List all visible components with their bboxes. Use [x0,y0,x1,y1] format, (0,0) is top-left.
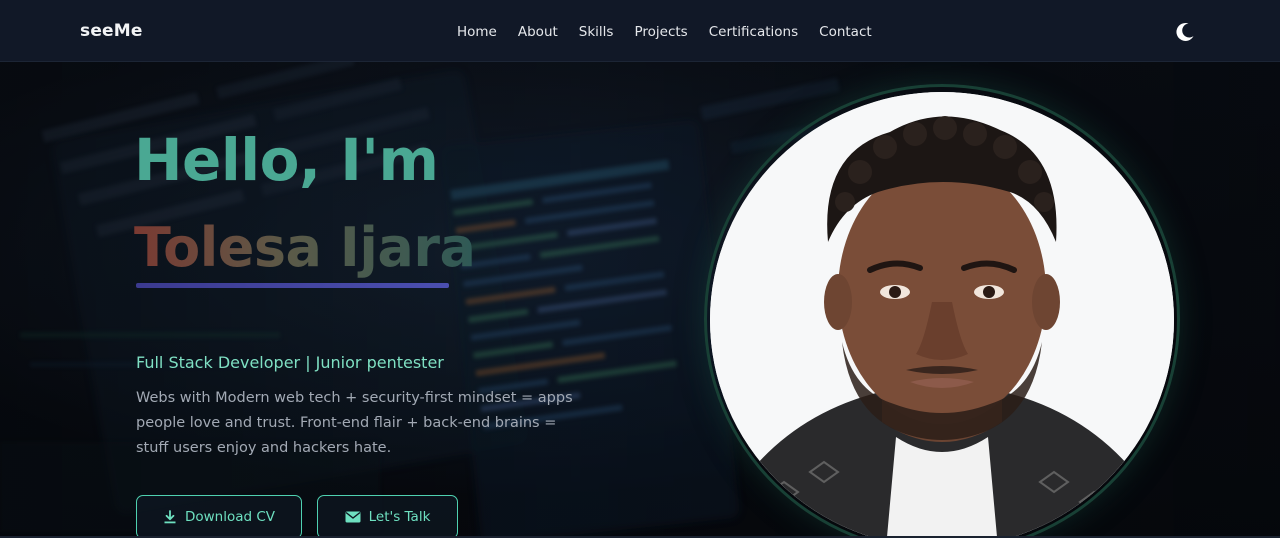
hero-name: Tolesa Ijara [134,216,476,279]
brand-logo[interactable]: seeMe [80,21,143,41]
download-cv-label: Download CV [184,509,276,525]
hero-description: Webs with Modern web tech + security-fir… [136,390,573,456]
profile-photo [710,92,1174,538]
name-underline [136,283,449,288]
nav-link-home[interactable]: Home [457,24,497,40]
lets-talk-button[interactable]: Let's Talk [317,495,458,538]
nav-links: Home About Skills Projects Certification… [457,24,893,40]
download-cv-button[interactable]: Download CV [136,495,302,538]
envelope-icon [345,511,361,523]
nav-link-projects[interactable]: Projects [634,24,687,40]
nav-link-skills[interactable]: Skills [579,24,614,40]
navbar: seeMe Home About Skills Projects Certifi… [0,0,1280,62]
nav-link-about[interactable]: About [518,24,558,40]
hero-role: Full Stack Developer | Junior pentester [136,353,444,372]
lets-talk-label: Let's Talk [368,509,431,525]
nav-link-contact[interactable]: Contact [819,24,872,40]
hero-greeting: Hello, I'm [134,126,439,194]
download-icon [163,510,177,524]
nav-link-certifications[interactable]: Certifications [709,24,798,40]
hero-section: Hello, I'm Tolesa Ijara Full Stack Devel… [0,62,1280,538]
moon-icon[interactable] [1174,21,1196,43]
